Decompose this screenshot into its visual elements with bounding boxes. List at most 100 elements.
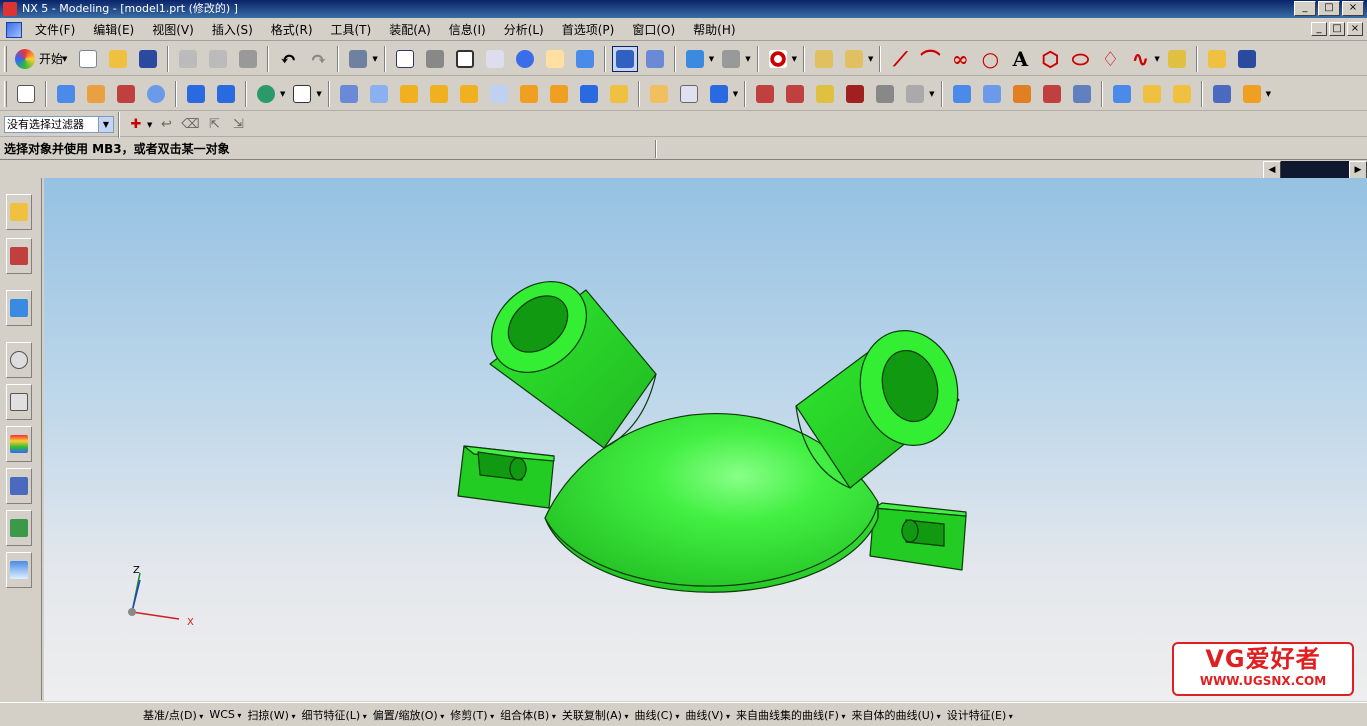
redo-button[interactable]: ↷: [305, 46, 331, 72]
formula-button[interactable]: [1164, 46, 1190, 72]
cylinder-button[interactable]: [213, 81, 239, 107]
polygon-button[interactable]: ⬡: [1037, 46, 1063, 72]
scroll-track[interactable]: [1281, 161, 1349, 179]
menu-preferences[interactable]: 首选项(P): [553, 20, 624, 40]
roles-tab[interactable]: [6, 510, 32, 546]
measure-distance-button[interactable]: [811, 46, 837, 72]
open-file-button[interactable]: [1204, 46, 1230, 72]
move-feature-button[interactable]: [812, 81, 838, 107]
menu-datum-point[interactable]: 基准/点(D): [140, 707, 206, 723]
unite-button[interactable]: [646, 81, 672, 107]
zoom-button[interactable]: [452, 46, 478, 72]
pad-button[interactable]: [426, 81, 452, 107]
left-boss-cylinder[interactable]: [473, 263, 657, 449]
point-button[interactable]: ∞: [947, 46, 973, 72]
intersect-button[interactable]: [706, 81, 732, 107]
hole-button[interactable]: [336, 81, 362, 107]
unsuppress-button[interactable]: [902, 81, 928, 107]
menu-design-feature[interactable]: 设计特征(E): [944, 707, 1016, 723]
mesh-button[interactable]: [979, 81, 1005, 107]
toolbar-grip[interactable]: [4, 45, 7, 72]
shell-button[interactable]: [576, 81, 602, 107]
instance-button[interactable]: [1209, 81, 1235, 107]
menu-help[interactable]: 帮助(H): [684, 20, 744, 40]
menu-curve-from-bodies[interactable]: 来自体的曲线(U): [849, 707, 944, 723]
wcs-triad[interactable]: Z X: [128, 565, 194, 628]
edge-blend-button[interactable]: [516, 81, 542, 107]
doc-minimize-button[interactable]: _: [1311, 22, 1327, 36]
sweep-button[interactable]: [113, 81, 139, 107]
shaded-button[interactable]: [642, 46, 668, 72]
start-button[interactable]: 开始 ▼: [11, 48, 73, 69]
scroll-left-icon[interactable]: ◀: [1263, 161, 1281, 179]
save-file-button[interactable]: [1234, 46, 1260, 72]
doc-restore-button[interactable]: □: [1329, 22, 1345, 36]
pocket-button[interactable]: [396, 81, 422, 107]
process-studio-tab[interactable]: [6, 468, 32, 504]
spline-button[interactable]: ♢: [1097, 46, 1123, 72]
curve-feature-button[interactable]: [1239, 81, 1265, 107]
menu-file[interactable]: 文件(F): [26, 20, 84, 40]
menu-window[interactable]: 窗口(O): [623, 20, 684, 40]
orient-view-button[interactable]: [682, 46, 708, 72]
curve-button[interactable]: ∿: [1127, 46, 1153, 72]
menu-information[interactable]: 信息(I): [440, 20, 495, 40]
fit-button[interactable]: [392, 46, 418, 72]
reorder-button[interactable]: [842, 81, 868, 107]
select-all-button[interactable]: ⇱: [205, 116, 223, 134]
part-navigator-tab[interactable]: [6, 238, 32, 274]
right-mounting-tab[interactable]: [869, 502, 967, 571]
tube-button[interactable]: [143, 81, 169, 107]
reuse-library-tab[interactable]: [6, 384, 32, 420]
menu-edit[interactable]: 编辑(E): [84, 20, 143, 40]
web-browser-tab[interactable]: [6, 290, 32, 326]
text-button[interactable]: A: [1007, 46, 1033, 72]
edit-parameters-button[interactable]: [782, 81, 808, 107]
zoom-window-button[interactable]: [422, 46, 448, 72]
menu-wcs[interactable]: WCS: [206, 708, 244, 721]
boss-button[interactable]: [366, 81, 392, 107]
block-button[interactable]: [183, 81, 209, 107]
graphics-window[interactable]: Z X VG爱好者 WWW.UGSNX.COM: [44, 178, 1367, 701]
suppress-button[interactable]: [872, 81, 898, 107]
circle-button[interactable]: ○: [977, 46, 1003, 72]
type-filter-dropdown[interactable]: 没有选择过滤器 ▼: [4, 116, 114, 133]
undo-button[interactable]: ↶: [275, 46, 301, 72]
system-materials-tab[interactable]: [6, 426, 32, 462]
minimize-button[interactable]: _: [1294, 1, 1316, 16]
part-model[interactable]: Z X: [44, 178, 1367, 701]
history-tab[interactable]: [6, 342, 32, 378]
menu-sweep[interactable]: 扫掠(W): [244, 707, 298, 723]
rotate-button[interactable]: [512, 46, 538, 72]
menu-insert[interactable]: 插入(S): [203, 20, 262, 40]
snap-point-button[interactable]: ✚: [127, 116, 145, 134]
cut-button[interactable]: [175, 46, 201, 72]
doc-close-button[interactable]: ×: [1347, 22, 1363, 36]
open-button[interactable]: [105, 46, 131, 72]
measure-button[interactable]: [765, 46, 791, 72]
copy-button[interactable]: [205, 46, 231, 72]
slot-button[interactable]: [456, 81, 482, 107]
datum-plane-button[interactable]: [289, 81, 315, 107]
document-icon[interactable]: [6, 21, 22, 38]
select-filter-button[interactable]: ⇲: [229, 116, 247, 134]
offset-surface-button[interactable]: [1009, 81, 1035, 107]
menu-view[interactable]: 视图(V): [143, 20, 203, 40]
deselect-button[interactable]: ↩: [157, 116, 175, 134]
horizontal-scrollbar[interactable]: ◀ ▶: [1263, 161, 1367, 179]
measure-angle-button[interactable]: [841, 46, 867, 72]
ellipse-button[interactable]: ⬭: [1067, 46, 1093, 72]
render-style-button[interactable]: [611, 45, 638, 72]
save-button[interactable]: [135, 46, 161, 72]
maximize-button[interactable]: □: [1318, 1, 1340, 16]
extrude-button[interactable]: [53, 81, 79, 107]
new-button[interactable]: [75, 46, 101, 72]
sew-button[interactable]: [1069, 81, 1095, 107]
edit-feature-button[interactable]: [752, 81, 778, 107]
object-info-button[interactable]: [345, 46, 371, 72]
wcs-button[interactable]: [718, 46, 744, 72]
paste-button[interactable]: [235, 46, 261, 72]
arc-button[interactable]: ⌒: [917, 46, 943, 72]
surface-button[interactable]: [949, 81, 975, 107]
menu-assemblies[interactable]: 装配(A): [380, 20, 440, 40]
